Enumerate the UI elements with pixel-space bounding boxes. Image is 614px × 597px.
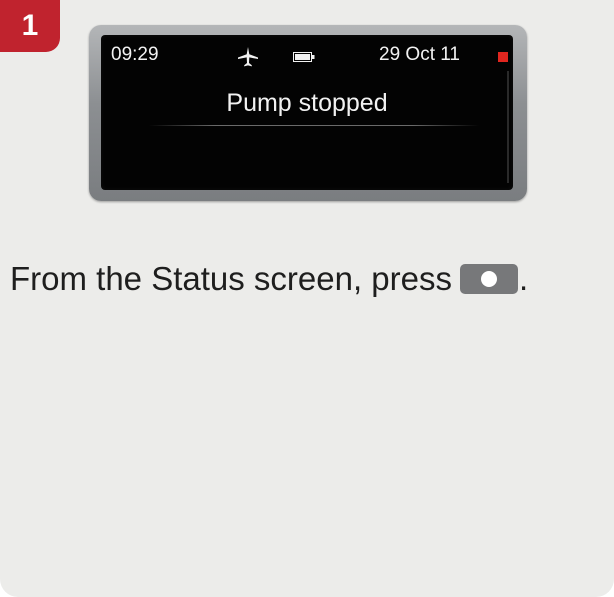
alert-indicator-icon <box>498 52 508 62</box>
select-key-icon <box>460 264 519 294</box>
status-time: 09:29 <box>111 44 159 65</box>
display-divider <box>149 125 479 126</box>
status-bar: 09:29 29 Oct 11 <box>101 41 513 71</box>
instruction-sentence: From the Status screen, press <box>10 260 453 297</box>
status-message: Pump stopped <box>226 89 388 117</box>
airplane-icon <box>238 47 258 67</box>
pump-display: 09:29 29 Oct 11 Pump stopped <box>101 35 513 190</box>
pump-device: 09:29 29 Oct 11 Pump stopped <box>89 25 527 201</box>
instruction-text: From the Status screen, press . <box>10 260 528 298</box>
status-date: 29 Oct 11 <box>379 44 460 65</box>
key-dot <box>481 271 498 287</box>
step-card: 1 09:29 29 Oct 11 Pump stopped From the … <box>0 0 614 597</box>
battery-icon <box>293 52 315 62</box>
instruction-period: . <box>519 260 529 297</box>
step-number-badge: 1 <box>0 0 60 52</box>
display-scrollbar <box>507 71 509 183</box>
